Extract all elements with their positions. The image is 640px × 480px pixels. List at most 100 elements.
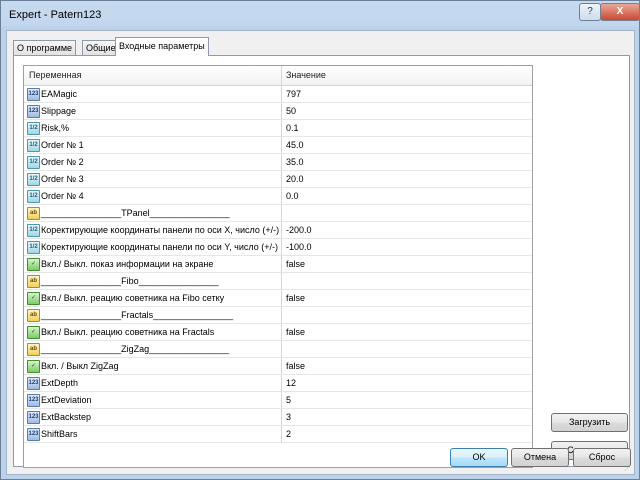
parameter-row[interactable]: 1/2 Order № 4 0.0 bbox=[24, 188, 532, 205]
cell-divider bbox=[281, 188, 282, 204]
parameter-value[interactable]: false bbox=[286, 259, 305, 269]
parameter-value[interactable]: false bbox=[286, 293, 305, 303]
cell-divider bbox=[281, 392, 282, 408]
parameter-row[interactable]: ab ________________Fibo________________ bbox=[24, 273, 532, 290]
bool-type-icon: ✓ bbox=[27, 258, 40, 271]
double-type-icon: 1/2 bbox=[27, 224, 40, 237]
integer-type-icon: 123 bbox=[27, 88, 40, 101]
parameter-value[interactable]: 5 bbox=[286, 395, 291, 405]
parameter-name: ________________Fractals________________ bbox=[41, 310, 234, 320]
parameter-name: Slippage bbox=[41, 106, 77, 116]
parameter-value[interactable]: 45.0 bbox=[286, 140, 304, 150]
parameter-name: Order № 3 bbox=[41, 174, 84, 184]
parameter-name: Order № 4 bbox=[41, 191, 84, 201]
ok-button[interactable]: OK bbox=[450, 448, 508, 467]
double-type-icon: 1/2 bbox=[27, 173, 40, 186]
double-type-icon: 1/2 bbox=[27, 190, 40, 203]
cell-divider bbox=[281, 307, 282, 323]
load-button[interactable]: Загрузить bbox=[551, 413, 628, 432]
dialog-client-area: О программе Общие Входные параметры Пере… bbox=[6, 30, 635, 475]
parameter-value[interactable]: 0.0 bbox=[286, 191, 299, 201]
parameter-row[interactable]: ✓ Вкл. / Выкл ZigZag false bbox=[24, 358, 532, 375]
parameter-value[interactable]: 3 bbox=[286, 412, 291, 422]
close-button[interactable]: X bbox=[600, 3, 640, 21]
parameter-row[interactable]: ✓ Вкл./ Выкл. реацию советника на Fractal… bbox=[24, 324, 532, 341]
string-type-icon: ab bbox=[27, 309, 40, 322]
tab-inputs[interactable]: Входные параметры bbox=[115, 37, 209, 56]
parameter-name: EAMagic bbox=[41, 89, 78, 99]
parameter-row[interactable]: ab ________________Fractals______________… bbox=[24, 307, 532, 324]
parameter-row[interactable]: 123 ExtDepth 12 bbox=[24, 375, 532, 392]
parameter-value[interactable]: -100.0 bbox=[286, 242, 312, 252]
parameter-row[interactable]: 1/2 Коректирующие координаты панели по ос… bbox=[24, 222, 532, 239]
parameter-name: Коректирующие координаты панели по оси Y… bbox=[41, 242, 278, 252]
parameter-name: Order № 1 bbox=[41, 140, 84, 150]
cell-divider bbox=[281, 409, 282, 425]
parameter-value[interactable]: false bbox=[286, 361, 305, 371]
bool-type-icon: ✓ bbox=[27, 326, 40, 339]
integer-type-icon: 123 bbox=[27, 394, 40, 407]
parameter-value[interactable]: 2 bbox=[286, 429, 291, 439]
tab-common[interactable]: Общие bbox=[82, 40, 120, 55]
cell-divider bbox=[281, 324, 282, 340]
cell-divider bbox=[281, 171, 282, 187]
help-button[interactable]: ? bbox=[579, 3, 601, 21]
cell-divider bbox=[281, 86, 282, 102]
parameter-value[interactable]: 0.1 bbox=[286, 123, 299, 133]
parameter-row[interactable]: 1/2 Коректирующие координаты панели по ос… bbox=[24, 239, 532, 256]
inputs-panel: Переменная Значение 123 EAMagic 797 123 Slip… bbox=[13, 55, 630, 468]
parameter-name: ExtBackstep bbox=[41, 412, 92, 422]
parameter-name: Вкл. / Выкл ZigZag bbox=[41, 361, 119, 371]
parameter-row[interactable]: ab ________________TPanel________________ bbox=[24, 205, 532, 222]
cell-divider bbox=[281, 341, 282, 357]
double-type-icon: 1/2 bbox=[27, 241, 40, 254]
parameter-name: ________________Fibo________________ bbox=[41, 276, 219, 286]
column-header-variable[interactable]: Переменная bbox=[29, 70, 82, 80]
cell-divider bbox=[281, 273, 282, 289]
parameter-row[interactable]: 1/2 Order № 3 20.0 bbox=[24, 171, 532, 188]
integer-type-icon: 123 bbox=[27, 377, 40, 390]
parameter-row[interactable]: 123 ExtDeviation 5 bbox=[24, 392, 532, 409]
string-type-icon: ab bbox=[27, 207, 40, 220]
string-type-icon: ab bbox=[27, 275, 40, 288]
parameters-grid: Переменная Значение 123 EAMagic 797 123 Slip… bbox=[23, 65, 533, 468]
parameter-row[interactable]: 1/2 Order № 2 35.0 bbox=[24, 154, 532, 171]
cell-divider bbox=[281, 103, 282, 119]
parameter-name: Коректирующие координаты панели по оси X… bbox=[41, 225, 280, 235]
column-header-value[interactable]: Значение bbox=[286, 70, 326, 80]
cancel-button[interactable]: Отмена bbox=[511, 448, 569, 467]
parameter-row[interactable]: ab ________________ZigZag________________ bbox=[24, 341, 532, 358]
parameter-value[interactable]: 20.0 bbox=[286, 174, 304, 184]
cell-divider bbox=[281, 358, 282, 374]
title-bar[interactable]: Expert - Patern123 ? X bbox=[1, 1, 640, 29]
parameter-row[interactable]: 123 ShiftBars 2 bbox=[24, 426, 532, 443]
parameter-value[interactable]: 35.0 bbox=[286, 157, 304, 167]
parameter-value[interactable]: 50 bbox=[286, 106, 296, 116]
parameter-row[interactable]: 123 Slippage 50 bbox=[24, 103, 532, 120]
tab-about[interactable]: О программе bbox=[13, 40, 77, 55]
cell-divider bbox=[281, 137, 282, 153]
parameter-row[interactable]: ✓ Вкл./ Выкл. реацию советника на Fibo се… bbox=[24, 290, 532, 307]
parameter-value[interactable]: 797 bbox=[286, 89, 301, 99]
cell-divider bbox=[281, 375, 282, 391]
cell-divider bbox=[281, 205, 282, 221]
parameter-value[interactable]: 12 bbox=[286, 378, 296, 388]
parameter-name: ExtDepth bbox=[41, 378, 79, 388]
grid-header: Переменная Значение bbox=[24, 66, 532, 86]
column-divider[interactable] bbox=[281, 66, 282, 85]
bool-type-icon: ✓ bbox=[27, 292, 40, 305]
parameter-row[interactable]: 1/2 Order № 1 45.0 bbox=[24, 137, 532, 154]
cell-divider bbox=[281, 222, 282, 238]
parameter-row[interactable]: 123 EAMagic 797 bbox=[24, 86, 532, 103]
bool-type-icon: ✓ bbox=[27, 360, 40, 373]
parameter-name: Вкл./ Выкл. показ информации на экране bbox=[41, 259, 214, 269]
parameter-row[interactable]: 123 ExtBackstep 3 bbox=[24, 409, 532, 426]
resize-grip-icon[interactable]: ⋰ bbox=[624, 464, 632, 472]
reset-button[interactable]: Сброс bbox=[573, 448, 631, 467]
parameter-value[interactable]: -200.0 bbox=[286, 225, 312, 235]
parameter-value[interactable]: false bbox=[286, 327, 305, 337]
parameter-name: ExtDeviation bbox=[41, 395, 92, 405]
integer-type-icon: 123 bbox=[27, 411, 40, 424]
parameter-row[interactable]: ✓ Вкл./ Выкл. показ информации на экране f… bbox=[24, 256, 532, 273]
parameter-row[interactable]: 1/2 Risk,% 0.1 bbox=[24, 120, 532, 137]
